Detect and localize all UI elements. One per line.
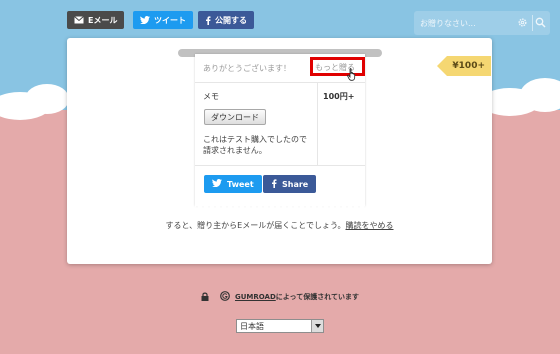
price-tag: ¥100+ <box>437 56 491 76</box>
language-select[interactable]: 日本語 <box>236 319 324 333</box>
email-share-label: Eメール <box>88 15 118 25</box>
twitter-bird-icon <box>140 16 150 24</box>
receipt-share-button[interactable]: Share <box>263 175 317 193</box>
twitter-bird-icon <box>212 179 222 189</box>
email-share-button[interactable]: Eメール <box>67 11 125 29</box>
gear-icon[interactable] <box>517 17 528 30</box>
chevron-down-icon <box>311 320 323 332</box>
cloud <box>25 84 69 114</box>
email-notice: すると、贈り主からEメールが届くことでしょう。購読をやめる <box>67 219 492 232</box>
receipt-tweet-label: Tweet <box>227 179 254 189</box>
tweet-button[interactable]: ツイート <box>133 11 193 29</box>
download-button[interactable]: ダウンロード <box>204 109 266 125</box>
receipt-divider <box>195 165 365 166</box>
search-icon[interactable] <box>535 17 546 30</box>
secure-text: によって保護されています <box>275 293 359 301</box>
language-value: 日本語 <box>240 321 264 331</box>
thanks-text: ありがとうございます！ <box>203 64 291 73</box>
receipt: ありがとうございます！ もっと贈る メモ 100円+ ダウンロード これはテスト… <box>195 54 365 210</box>
item-name: メモ <box>203 92 219 101</box>
search-input[interactable]: お贈りなさい... <box>414 11 550 35</box>
tweet-label: ツイート <box>154 15 186 25</box>
secure-notice: GUMROAD によって保護されています <box>0 291 560 303</box>
facebook-share-button[interactable]: 公開する <box>198 11 254 29</box>
search-divider <box>532 15 533 31</box>
hand-cursor-icon <box>347 68 357 83</box>
price-tag-label: ¥100+ <box>452 61 485 71</box>
facebook-icon <box>205 15 211 25</box>
receipt-zigzag-edge <box>195 202 365 210</box>
receipt-share-label: Share <box>282 179 309 189</box>
download-label: ダウンロード <box>211 112 259 122</box>
facebook-share-label: 公開する <box>215 15 247 25</box>
receipt-tweet-button[interactable]: Tweet <box>204 175 262 193</box>
gumroad-brand-link[interactable]: GUMROAD <box>235 293 276 301</box>
facebook-icon <box>271 178 277 190</box>
unsubscribe-link[interactable]: 購読をやめる <box>346 221 394 230</box>
receipt-divider <box>195 82 365 83</box>
gumroad-logo-icon <box>220 291 230 303</box>
search-placeholder: お贈りなさい... <box>420 18 476 28</box>
item-price: 100円+ <box>323 92 355 101</box>
envelope-icon <box>74 16 84 24</box>
test-purchase-note: これはテスト購入でしたので請求されません。 <box>203 135 307 155</box>
email-notice-text: すると、贈り主からEメールが届くことでしょう。 <box>165 221 346 230</box>
receipt-column-divider <box>317 82 318 165</box>
lock-icon <box>201 292 209 303</box>
